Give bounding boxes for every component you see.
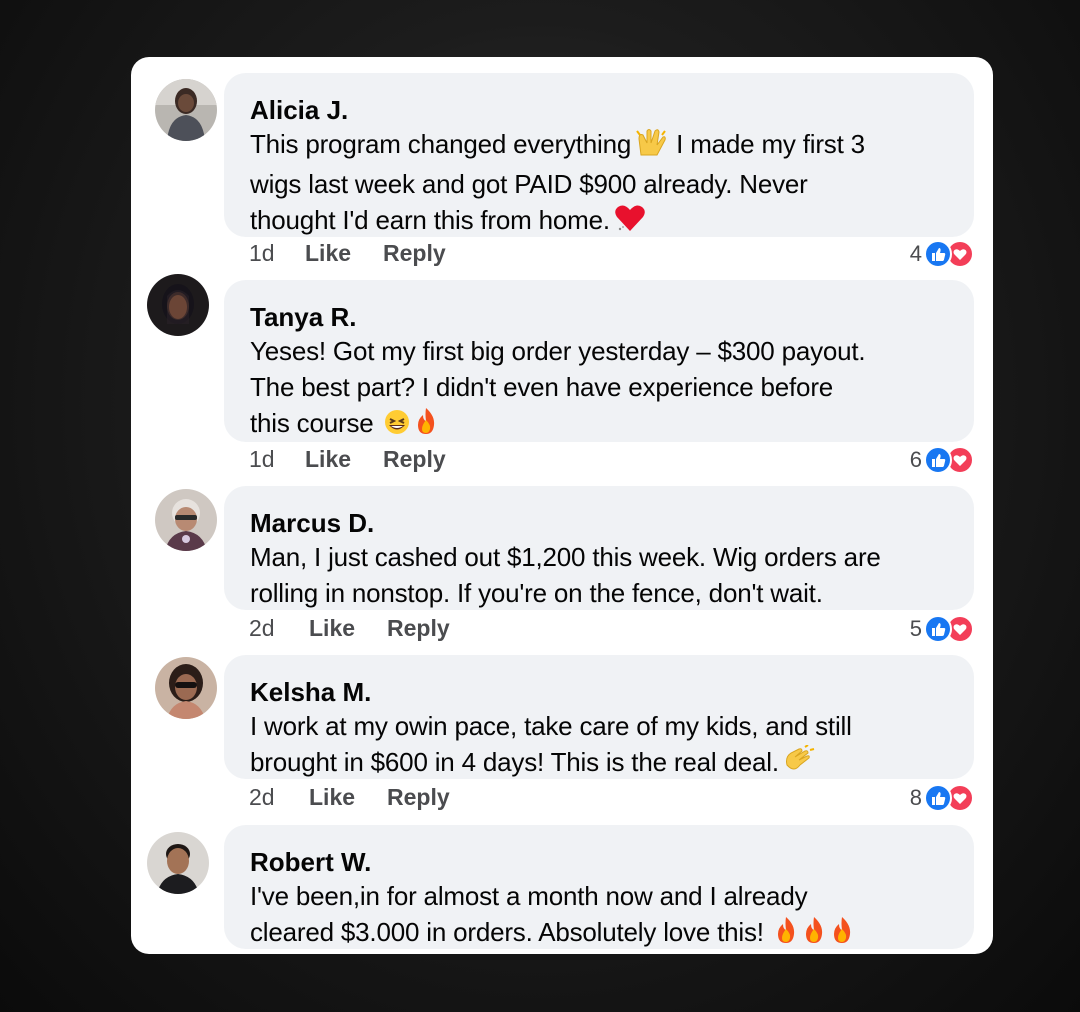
comment-actions: 1d Like Reply — [249, 446, 446, 473]
comment-timestamp[interactable]: 2d — [249, 784, 309, 811]
fire-emoji-icon — [773, 915, 799, 954]
avatar[interactable] — [147, 274, 209, 336]
avatar[interactable] — [147, 832, 209, 894]
fire-emoji-icon — [829, 915, 855, 954]
comment-author[interactable]: Tanya R. — [250, 302, 974, 332]
like-button[interactable]: Like — [309, 784, 387, 811]
avatar[interactable] — [155, 489, 217, 551]
comment-bubble: Robert W. I've been,in for almost a mont… — [224, 825, 974, 949]
thumbs-up-icon — [924, 446, 952, 474]
comment-bubble: Marcus D. Man, I just cashed out $1,200 … — [224, 486, 974, 610]
comment-text: Man, I just cashed out $1,200 this week.… — [250, 542, 881, 608]
comment-actions: 2d Like Reply — [249, 784, 450, 811]
reaction-summary[interactable]: 8 — [910, 784, 974, 812]
comment-actions: 2d Like Reply — [249, 615, 450, 642]
clapping-hands-emoji-icon — [781, 744, 815, 784]
thumbs-up-icon — [924, 615, 952, 643]
comment-author[interactable]: Marcus D. — [250, 508, 974, 538]
comment-text: Yeses! Got my first big order yesterday … — [250, 333, 974, 445]
like-button[interactable]: Like — [305, 240, 383, 267]
reaction-count: 6 — [909, 447, 922, 472]
comment-timestamp[interactable]: 1d — [249, 446, 305, 473]
comment-text: This program changed everything I made m… — [250, 126, 974, 242]
comments-card: Alicia J. This program changed everythin… — [131, 57, 993, 954]
reaction-summary[interactable]: 5 — [910, 615, 974, 643]
avatar[interactable] — [155, 79, 217, 141]
reply-button[interactable]: Reply — [387, 784, 450, 811]
reply-button[interactable]: Reply — [383, 446, 446, 473]
avatar[interactable] — [155, 657, 217, 719]
reaction-count: 8 — [909, 785, 922, 810]
heart-emoji-icon — [612, 203, 648, 242]
comment-author[interactable]: Kelsha M. — [250, 677, 974, 707]
comment-author[interactable]: Alicia J. — [250, 95, 974, 125]
thumbs-up-icon — [924, 784, 952, 812]
comment-actions: 1d Like Reply — [249, 240, 446, 267]
reaction-count: 4 — [909, 241, 922, 266]
comment-bubble: Alicia J. This program changed everythin… — [224, 73, 974, 237]
like-button[interactable]: Like — [309, 615, 387, 642]
comment-text: I've been,in for almost a month now and … — [250, 878, 974, 954]
comment-author[interactable]: Robert W. — [250, 847, 974, 877]
reaction-count: 5 — [909, 616, 922, 641]
like-button[interactable]: Like — [305, 446, 383, 473]
comment-bubble: Tanya R. Yeses! Got my first big order y… — [224, 280, 974, 442]
reaction-summary[interactable]: 6 — [910, 446, 974, 474]
comment-timestamp[interactable]: 1d — [249, 240, 305, 267]
comment-bubble: Kelsha M. I work at my owin pace, take c… — [224, 655, 974, 779]
reaction-summary[interactable]: 4 — [910, 240, 974, 268]
grinning-squint-emoji-icon — [383, 408, 411, 445]
raising-hands-emoji-icon — [633, 127, 669, 166]
comment-timestamp[interactable]: 2d — [249, 615, 309, 642]
fire-emoji-icon — [413, 406, 439, 445]
fire-emoji-icon — [801, 915, 827, 954]
reply-button[interactable]: Reply — [383, 240, 446, 267]
comment-text: I work at my owin pace, take care of my … — [250, 708, 974, 784]
thumbs-up-icon — [924, 240, 952, 268]
reply-button[interactable]: Reply — [387, 615, 450, 642]
